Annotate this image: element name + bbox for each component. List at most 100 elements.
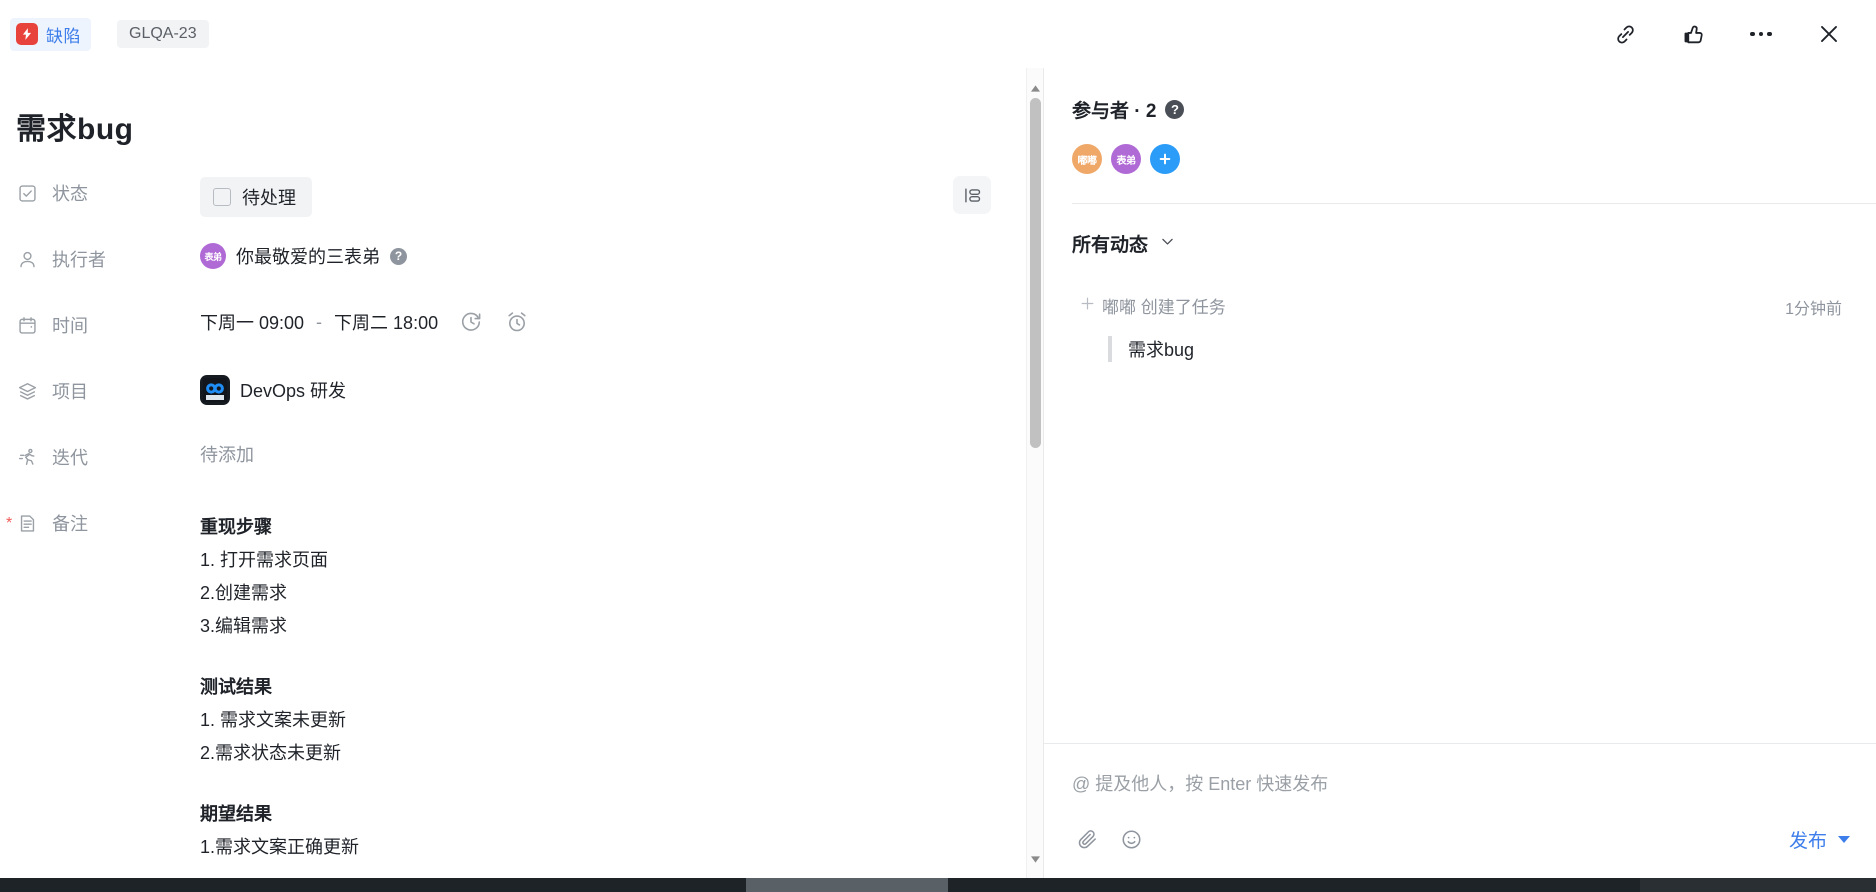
comment-input[interactable]: @ 提及他人，按 Enter 快速发布 — [1044, 744, 1876, 796]
attachment-icon[interactable] — [1072, 824, 1102, 854]
remark-line: 1. 需求文案未更新 — [200, 710, 347, 730]
participants-section: 参与者 · 2 ? 嘟嘟 表弟 — [1044, 68, 1876, 204]
taskbar-segment — [746, 878, 948, 892]
scrollbar-thumb[interactable] — [1030, 98, 1041, 448]
field-row-status: 状态 待处理 — [0, 176, 1043, 242]
activity-action: 创建了任务 — [1140, 298, 1226, 317]
field-value-project[interactable]: DevOps 研发 — [200, 374, 346, 405]
help-icon[interactable]: ? — [1165, 100, 1185, 119]
field-row-time: 时间 下周一 09:00 - 下周二 18:00 — [0, 308, 1043, 374]
remark-line: 3.编辑需求 — [200, 616, 288, 636]
field-value-remark[interactable]: 重现步骤 1. 打开需求页面 2.创建需求 3.编辑需求 测试结果 1. 需求文… — [200, 506, 359, 864]
avatar[interactable]: 嘟嘟 — [1072, 144, 1102, 174]
activity-text: 嘟嘟 创建了任务 — [1102, 293, 1785, 318]
runner-icon — [16, 446, 38, 468]
field-value-status: 待处理 — [200, 176, 312, 217]
participants-title: 参与者 · 2 — [1072, 101, 1157, 122]
remark-heading: 测试结果 — [200, 677, 272, 697]
avatar[interactable]: 表弟 — [200, 243, 226, 269]
publish-button[interactable]: 发布 — [1789, 826, 1850, 853]
person-icon — [16, 248, 38, 270]
issue-key-chip[interactable]: GLQA-23 — [117, 20, 209, 48]
comment-composer: @ 提及他人，按 Enter 快速发布 发布 — [1044, 743, 1876, 878]
issue-detail-pane: 需求bug 状态 待处理 执行者 表弟 你最敬爱的三表弟 ? 时间 下周一 09… — [0, 68, 1044, 878]
field-label-assignee: 执行者 — [16, 242, 200, 272]
list-item: 嘟嘟 创建了任务 需求bug 1分钟前 — [1072, 293, 1876, 362]
chevron-down-icon[interactable] — [1838, 835, 1850, 843]
time-separator: - — [316, 311, 323, 332]
participants-header: 参与者 · 2 ? — [1072, 96, 1876, 123]
field-row-project: 项目 DevOps 研发 — [0, 374, 1043, 440]
field-label-status: 状态 — [16, 176, 200, 206]
field-label-time: 时间 — [16, 308, 200, 338]
page-title: 需求bug — [16, 113, 134, 146]
activity-filter-label: 所有动态 — [1072, 235, 1149, 256]
layout-toggle-button[interactable] — [953, 176, 991, 214]
close-icon[interactable] — [1814, 19, 1844, 49]
help-icon[interactable]: ? — [390, 247, 407, 265]
alarm-icon[interactable] — [504, 309, 530, 335]
field-value-time[interactable]: 下周一 09:00 - 下周二 18:00 — [200, 308, 530, 335]
activity-actor: 嘟嘟 — [1102, 298, 1136, 317]
devops-project-icon — [200, 375, 230, 405]
taskbar-segment — [1640, 878, 1876, 892]
issue-detail-scroll: 需求bug 状态 待处理 执行者 表弟 你最敬爱的三表弟 ? 时间 下周一 09… — [0, 68, 1043, 864]
remark-spacer — [200, 770, 359, 798]
calendar-icon — [16, 314, 38, 336]
os-taskbar — [0, 878, 1876, 892]
activity-timestamp: 1分钟前 — [1785, 301, 1842, 318]
time-start[interactable]: 下周一 09:00 — [200, 309, 304, 335]
remark-content[interactable]: 重现步骤 1. 打开需求页面 2.创建需求 3.编辑需求 测试结果 1. 需求文… — [200, 507, 359, 864]
add-participant-button[interactable] — [1150, 144, 1180, 174]
field-label-text: 状态 — [52, 184, 88, 204]
avatar[interactable]: 表弟 — [1111, 144, 1141, 174]
activity-pane: 参与者 · 2 ? 嘟嘟 表弟 所有动态 嘟嘟 创建了任务 需求bug 1分钟前… — [1044, 68, 1876, 878]
field-label-project: 项目 — [16, 374, 200, 404]
participants-avatars: 嘟嘟 表弟 — [1072, 144, 1876, 174]
field-label-text: 迭代 — [52, 448, 88, 468]
note-icon — [16, 512, 38, 534]
field-label-text: 时间 — [52, 316, 88, 336]
remark-line: 1.需求文案正确更新 — [200, 837, 360, 857]
composer-toolbar: 发布 — [1072, 824, 1850, 854]
field-label-remark: * 备注 — [6, 506, 200, 536]
field-row-remark: * 备注 重现步骤 1. 打开需求页面 2.创建需求 3.编辑需求 测试结果 1… — [0, 506, 1043, 864]
check-square-icon — [16, 182, 38, 204]
remark-spacer — [200, 643, 359, 671]
activity-quote: 需求bug — [1108, 336, 1785, 362]
required-asterisk: * — [6, 515, 13, 532]
expand-plus-icon[interactable] — [1072, 293, 1102, 312]
time-end[interactable]: 下周二 18:00 — [334, 309, 438, 335]
iteration-placeholder[interactable]: 待添加 — [200, 441, 254, 467]
remark-line: 2.需求状态未更新 — [200, 743, 342, 763]
detail-scrollbar[interactable] — [1026, 68, 1043, 878]
bug-icon — [16, 23, 38, 45]
field-label-iteration: 迭代 — [16, 440, 200, 470]
issue-type-chip[interactable]: 缺陷 — [10, 17, 91, 51]
layers-icon — [16, 380, 38, 402]
link-icon[interactable] — [1610, 19, 1640, 49]
remark-heading: 重现步骤 — [200, 517, 272, 537]
recurrence-icon[interactable] — [458, 309, 484, 335]
activity-filter-dropdown[interactable]: 所有动态 — [1072, 230, 1876, 257]
scroll-up-arrow-icon[interactable] — [1027, 80, 1043, 97]
thumbs-up-icon[interactable] — [1678, 19, 1708, 49]
assignee-name: 你最敬爱的三表弟 — [236, 247, 380, 267]
field-label-text: 备注 — [52, 514, 88, 534]
scroll-down-arrow-icon[interactable] — [1027, 851, 1043, 868]
chevron-down-icon — [1159, 233, 1176, 255]
field-label-text: 执行者 — [52, 250, 106, 270]
main-split: 需求bug 状态 待处理 执行者 表弟 你最敬爱的三表弟 ? 时间 下周一 09… — [0, 68, 1876, 878]
status-badge[interactable]: 待处理 — [200, 177, 312, 217]
field-value-iteration[interactable]: 待添加 — [200, 440, 254, 467]
emoji-icon[interactable] — [1116, 824, 1146, 854]
field-value-assignee[interactable]: 表弟 你最敬爱的三表弟 ? — [200, 242, 407, 269]
status-text: 待处理 — [242, 188, 296, 208]
more-icon[interactable] — [1746, 19, 1776, 49]
publish-label: 发布 — [1788, 830, 1827, 852]
field-row-iteration: 迭代 待添加 — [0, 440, 1043, 506]
activity-body: 嘟嘟 创建了任务 需求bug — [1102, 293, 1785, 362]
issue-type-label: 缺陷 — [46, 26, 81, 46]
project-name: DevOps 研发 — [240, 381, 347, 401]
remark-line: 1. 打开需求页面 — [200, 550, 329, 570]
